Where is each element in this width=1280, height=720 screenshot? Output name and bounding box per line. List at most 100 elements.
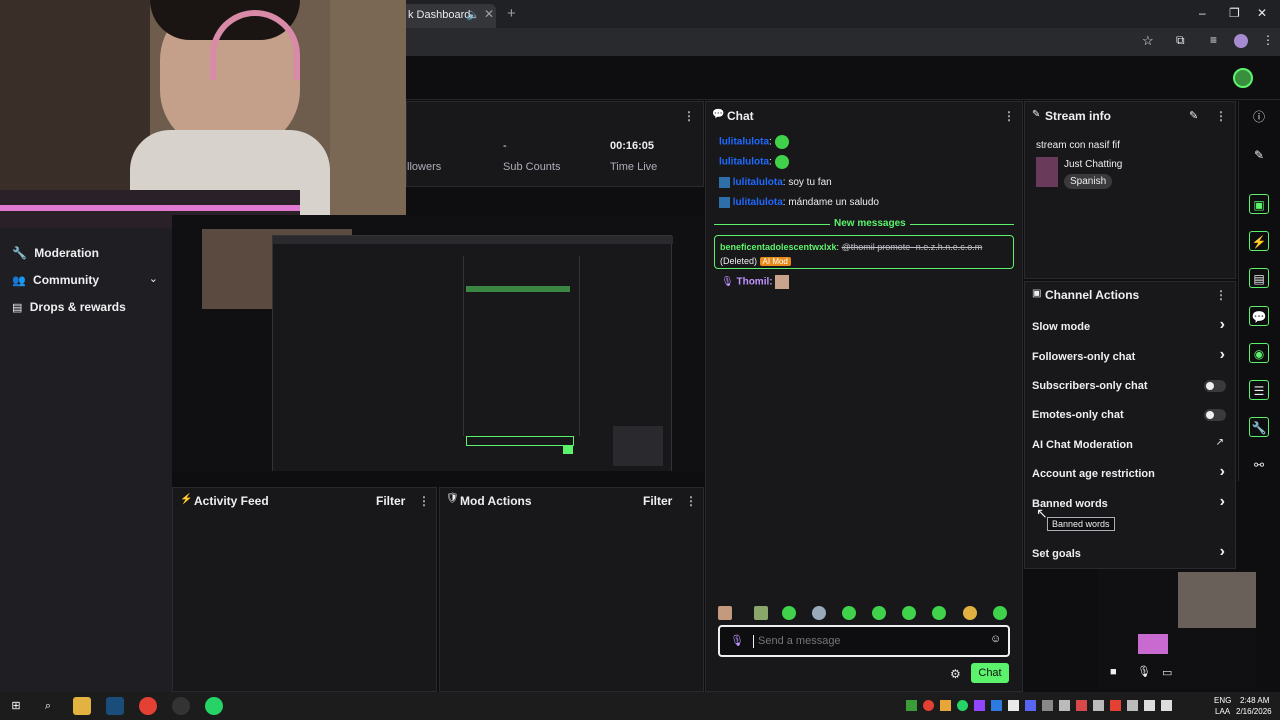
quick-actions-rail: ⓘ ✎ ▣ ⚡ ▤ 💬 ◉ ☰ 🔧 ⚯ [1238, 101, 1280, 481]
input-region[interactable]: LAA [1215, 707, 1230, 716]
emote-icon[interactable] [782, 606, 796, 620]
screen-icon[interactable]: ▭ [1162, 666, 1172, 679]
activity-menu-icon[interactable]: ⋮ [418, 494, 430, 508]
tray-icon[interactable] [923, 700, 934, 711]
emote-icon[interactable] [872, 606, 886, 620]
activity-filter-button[interactable]: Filter [376, 494, 405, 508]
mic-icon[interactable]: 🎙 [730, 634, 744, 647]
wrench-icon[interactable]: 🔧 [1249, 417, 1269, 437]
user-avatar[interactable] [1233, 68, 1253, 88]
chat-username[interactable]: lulitalulota [733, 197, 783, 208]
language-tag[interactable]: Spanish [1064, 174, 1113, 189]
emote-icon[interactable] [932, 606, 946, 620]
tray-icon[interactable] [1008, 700, 1019, 711]
sidebar-item-moderation[interactable]: 🔧 Moderation [12, 246, 99, 260]
chat-icon[interactable]: 💬 [1249, 306, 1269, 326]
chat-username[interactable]: lulitalulota [733, 177, 783, 188]
panel-menu-icon[interactable]: ⋮ [683, 109, 695, 123]
pencil-icon[interactable]: ✎ [1249, 145, 1269, 165]
action-followers-only[interactable]: Followers-only chat › [1032, 346, 1230, 365]
tray-icon[interactable] [1110, 700, 1121, 711]
tray-icon[interactable] [1025, 700, 1036, 711]
obs-icon[interactable] [172, 697, 190, 715]
category-name[interactable]: Just Chatting [1064, 159, 1122, 170]
stream-info-panel: ✎ Stream info ✎ ⋮ stream con nasif fif J… [1024, 101, 1236, 279]
action-slow-mode[interactable]: Slow mode › [1032, 316, 1230, 335]
tab-close-icon[interactable]: ✕ [484, 7, 494, 21]
emote-icon[interactable] [842, 606, 856, 620]
browser-menu-icon[interactable]: ⋮ [1262, 33, 1274, 47]
mod-actions-filter-button[interactable]: Filter [643, 494, 672, 508]
emote-icon[interactable] [718, 606, 732, 620]
emote-icon[interactable] [812, 606, 826, 620]
tray-icon[interactable] [991, 700, 1002, 711]
steam-icon[interactable] [106, 697, 124, 715]
action-banned-words[interactable]: Banned words › [1032, 493, 1230, 512]
category-box-art[interactable] [1036, 157, 1058, 187]
emote-icon[interactable] [754, 606, 768, 620]
chrome-icon[interactable] [139, 697, 157, 715]
tray-icon[interactable] [1161, 700, 1172, 711]
chat-input-box[interactable]: 🎙 ☺ [718, 625, 1010, 657]
document-icon[interactable]: ▤ [1249, 268, 1269, 288]
tray-icon[interactable] [940, 700, 951, 711]
chat-input[interactable] [756, 632, 976, 650]
clock-time[interactable]: 2:48 AM [1240, 696, 1269, 705]
stream-info-menu-icon[interactable]: ⋮ [1215, 109, 1227, 123]
emote-icon[interactable] [993, 606, 1007, 620]
mic-icon[interactable]: 🎙 [1137, 665, 1151, 678]
whatsapp-icon[interactable] [205, 697, 223, 715]
profile-avatar[interactable] [1234, 34, 1248, 48]
tray-icon[interactable] [1042, 700, 1053, 711]
file-explorer-icon[interactable] [73, 697, 91, 715]
mod-actions-menu-icon[interactable]: ⋮ [685, 494, 697, 508]
new-messages-label[interactable]: New messages [830, 218, 910, 229]
action-set-goals[interactable]: Set goals › [1032, 543, 1230, 562]
chat-username[interactable]: Thomil: [736, 277, 772, 288]
tray-icon[interactable] [1144, 700, 1155, 711]
bolt-icon[interactable]: ⚡ [1249, 231, 1269, 251]
input-language[interactable]: ENG [1214, 696, 1231, 705]
bookmark-star-icon[interactable]: ☆ [1142, 33, 1154, 49]
window-minimize-button[interactable]: – [1199, 6, 1206, 20]
emote-icon[interactable] [963, 606, 977, 620]
tray-icon[interactable] [957, 700, 968, 711]
tray-icon[interactable] [906, 700, 917, 711]
windows-start-icon[interactable]: ⊞ [7, 697, 25, 715]
clock-date[interactable]: 2/16/2026 [1236, 707, 1272, 716]
broadcast-icon[interactable]: ◉ [1249, 343, 1269, 363]
window-close-button[interactable]: ✕ [1257, 6, 1267, 20]
edit-icon[interactable]: ✎ [1189, 109, 1198, 122]
chat-send-button[interactable]: Chat [971, 663, 1009, 683]
emote-picker-icon[interactable]: ☺ [990, 633, 1001, 645]
subscribers-only-toggle[interactable] [1204, 380, 1226, 392]
tray-icon[interactable] [1076, 700, 1087, 711]
tray-icon[interactable] [974, 700, 985, 711]
speaker-icon[interactable]: 🔈 [466, 8, 480, 21]
new-tab-button[interactable]: + [507, 5, 516, 22]
chat-username[interactable]: lulitalulota [719, 137, 769, 148]
channel-actions-menu-icon[interactable]: ⋮ [1215, 288, 1227, 302]
extensions-icon[interactable]: ⧉ [1176, 33, 1185, 48]
emote-icon[interactable] [902, 606, 916, 620]
flagged-username[interactable]: beneficentadolescentwxlxk [720, 242, 837, 252]
tray-icon[interactable] [1127, 700, 1138, 711]
window-maximize-button[interactable]: ❐ [1229, 6, 1240, 20]
chat-username[interactable]: lulitalulota [719, 157, 769, 168]
tray-icon[interactable] [1059, 700, 1070, 711]
clip-icon[interactable]: ▣ [1249, 194, 1269, 214]
layout-icon[interactable]: ☰ [1249, 380, 1269, 400]
chat-settings-icon[interactable]: ⚙ [950, 667, 961, 681]
emotes-only-toggle[interactable] [1204, 409, 1226, 421]
chat-menu-icon[interactable]: ⋮ [1003, 109, 1015, 123]
sidebar-item-drops[interactable]: ▤ Drops & rewards [12, 300, 126, 314]
action-account-age[interactable]: Account age restriction › [1032, 463, 1230, 482]
camera-icon[interactable]: ■ [1110, 666, 1117, 678]
action-ai-chat-moderation[interactable]: AI Chat Moderation ↗ [1032, 437, 1230, 453]
search-icon[interactable]: ⌕ [39, 697, 57, 715]
info-icon[interactable]: ⓘ [1249, 107, 1269, 127]
sidebar-item-community[interactable]: 👥 Community ⌄ [12, 273, 162, 287]
share-icon[interactable]: ⚯ [1249, 455, 1269, 475]
tray-icon[interactable] [1093, 700, 1104, 711]
media-control-icon[interactable]: ≡ [1210, 33, 1217, 47]
